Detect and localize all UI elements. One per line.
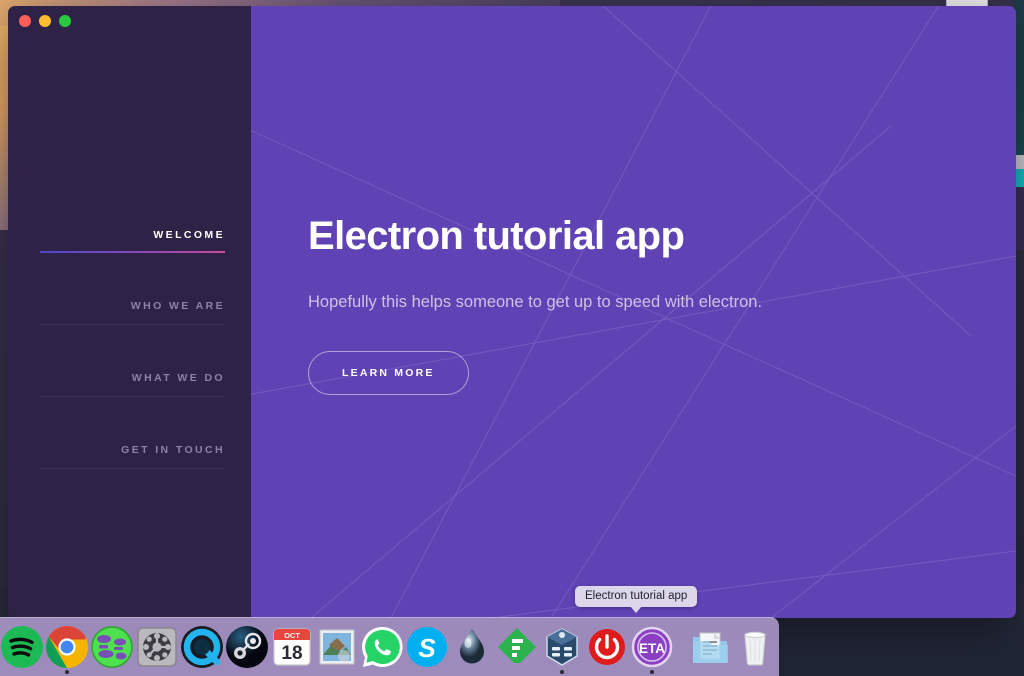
dock-item-mail[interactable] (315, 619, 359, 675)
hero-subtitle: Hopefully this helps someone to get up t… (308, 293, 763, 311)
quicktime-icon (180, 625, 224, 669)
calendar-month-label: OCT (284, 631, 300, 640)
dock-item-trash[interactable] (733, 619, 777, 675)
dock-item-virtualbox[interactable] (540, 619, 584, 675)
dock: OCT 18 S ETA (0, 617, 779, 676)
dock-item-quicktime[interactable] (180, 619, 224, 675)
globe-app-icon (90, 625, 134, 669)
chrome-icon (45, 625, 89, 669)
documents-folder-icon (688, 625, 732, 669)
dock-item-skype[interactable]: S (405, 619, 449, 675)
dock-item-water-drop-app[interactable] (450, 619, 494, 675)
feedly-icon (495, 625, 539, 669)
dock-item-spotify[interactable] (0, 619, 44, 675)
screen: WELCOME WHO WE ARE WHAT WE DO GET IN TOU… (0, 0, 1024, 676)
hero-panel: Electron tutorial app Hopefully this hel… (251, 6, 1016, 618)
hero-content: Electron tutorial app Hopefully this hel… (308, 212, 762, 395)
sidebar: WELCOME WHO WE ARE WHAT WE DO GET IN TOU… (8, 6, 251, 618)
electron-app-window: WELCOME WHO WE ARE WHAT WE DO GET IN TOU… (8, 6, 1016, 618)
dock-item-documents-folder[interactable] (688, 619, 732, 675)
minimize-button[interactable] (39, 15, 51, 27)
dock-item-chrome[interactable] (45, 619, 89, 675)
eta-icon: ETA (630, 625, 674, 669)
dock-item-feedly[interactable] (495, 619, 539, 675)
sidebar-nav: WELCOME WHO WE ARE WHAT WE DO GET IN TOU… (8, 228, 251, 469)
sidebar-item-what-we-do[interactable]: WHAT WE DO (40, 371, 225, 397)
maximize-button[interactable] (59, 15, 71, 27)
calendar-icon: OCT 18 (270, 625, 314, 669)
sidebar-item-get-in-touch[interactable]: GET IN TOUCH (40, 443, 225, 469)
calendar-day-label: 18 (281, 643, 302, 664)
whatsapp-icon (360, 625, 404, 669)
power-button-icon (585, 625, 629, 669)
dock-item-eta-app[interactable]: ETA (630, 619, 674, 675)
close-button[interactable] (19, 15, 31, 27)
dock-item-whatsapp[interactable] (360, 619, 404, 675)
spotify-icon (0, 625, 44, 669)
mail-icon (315, 625, 359, 669)
skype-icon: S (405, 625, 449, 669)
running-indicator (650, 670, 654, 674)
svg-text:S: S (418, 633, 436, 663)
sidebar-item-welcome[interactable]: WELCOME (40, 228, 225, 253)
window-controls (19, 15, 71, 27)
running-indicator (560, 670, 564, 674)
gear-icon (135, 625, 179, 669)
eta-label: ETA (639, 641, 665, 656)
dock-item-power-button-app[interactable] (585, 619, 629, 675)
dock-item-calendar[interactable]: OCT 18 (270, 619, 314, 675)
dock-item-steam[interactable] (225, 619, 269, 675)
dock-tooltip: Electron tutorial app (575, 586, 698, 613)
running-indicator (65, 670, 69, 674)
water-drop-icon (450, 625, 494, 669)
dock-item-globe-app[interactable] (90, 619, 134, 675)
trash-icon (733, 625, 777, 669)
sidebar-item-who-we-are[interactable]: WHO WE ARE (40, 299, 225, 325)
steam-icon (225, 625, 269, 669)
dock-item-system-preferences[interactable] (135, 619, 179, 675)
page-title: Electron tutorial app (308, 214, 685, 258)
learn-more-button[interactable]: LEARN MORE (308, 351, 469, 395)
virtualbox-icon (540, 625, 584, 669)
